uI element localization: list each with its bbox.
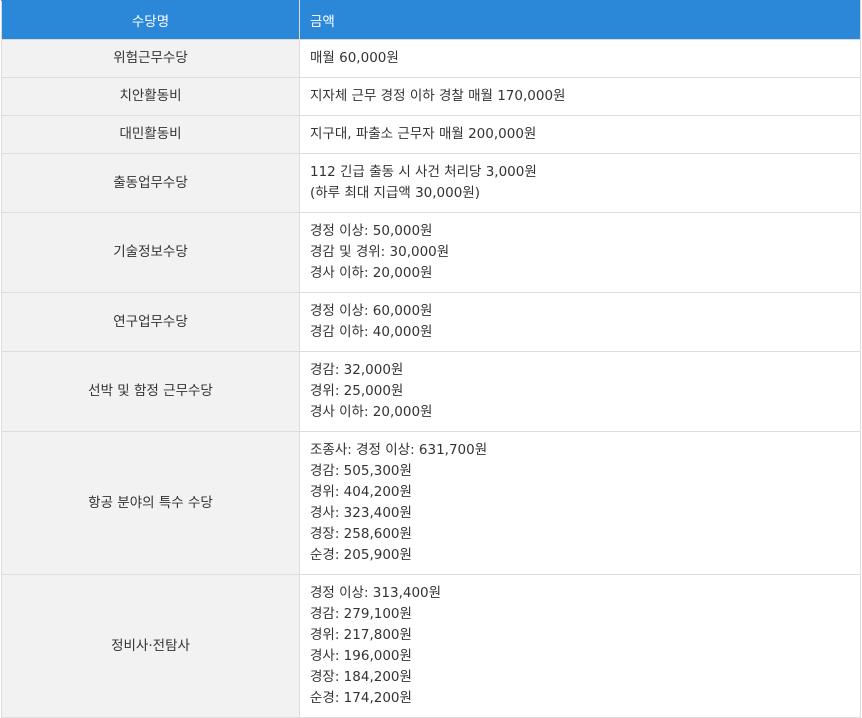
header-amount: 금액: [299, 0, 861, 40]
amount-line: 경감: 32,000원: [310, 362, 404, 378]
amount-line: 조종사: 경정 이상: 631,700원: [310, 442, 488, 458]
amount-line: 경장: 258,600원: [310, 526, 412, 542]
table-row: 출동업무수당 112 긴급 출동 시 사건 처리당 3,000원 (하루 최대 …: [1, 153, 861, 213]
amount-line: 경정 이상: 60,000원: [310, 303, 433, 319]
amount-line: 지자체 근무 경정 이하 경찰 매월 170,000원: [310, 88, 566, 104]
amount-line: 경감: 505,300원: [310, 463, 412, 479]
allowance-name: 대민활동비: [1, 115, 300, 154]
allowance-name: 치안활동비: [1, 77, 300, 116]
allowance-name: 위험근무수당: [1, 39, 300, 78]
allowance-name: 출동업무수당: [1, 153, 300, 213]
allowance-name: 선박 및 함정 근무수당: [1, 351, 300, 432]
allowance-name: 기술정보수당: [1, 212, 300, 293]
table-row: 정비사·전탐사 경정 이상: 313,400원 경감: 279,100원 경위:…: [1, 574, 861, 718]
amount-line: 경위: 217,800원: [310, 627, 412, 643]
allowance-amount: 경정 이상: 60,000원 경감 이하: 40,000원: [299, 292, 861, 352]
allowance-amount: 지구대, 파출소 근무자 매월 200,000원: [299, 115, 861, 154]
allowance-name: 연구업무수당: [1, 292, 300, 352]
amount-line: 지구대, 파출소 근무자 매월 200,000원: [310, 126, 537, 142]
amount-line: 경사: 196,000원: [310, 648, 412, 664]
table-row: 연구업무수당 경정 이상: 60,000원 경감 이하: 40,000원: [1, 292, 861, 352]
amount-line: 112 긴급 출동 시 사건 처리당 3,000원: [310, 164, 537, 180]
table-row: 항공 분야의 특수 수당 조종사: 경정 이상: 631,700원 경감: 50…: [1, 431, 861, 575]
table-body: 위험근무수당 매월 60,000원 치안활동비 지자체 근무 경정 이하 경찰 …: [1, 39, 861, 718]
allowance-amount: 경감: 32,000원 경위: 25,000원 경사 이하: 20,000원: [299, 351, 861, 432]
table-row: 기술정보수당 경정 이상: 50,000원 경감 및 경위: 30,000원 경…: [1, 212, 861, 293]
amount-line: 순경: 205,900원: [310, 547, 412, 563]
table-row: 치안활동비 지자체 근무 경정 이하 경찰 매월 170,000원: [1, 77, 861, 116]
amount-line: 경사 이하: 20,000원: [310, 265, 433, 281]
amount-line: 경위: 404,200원: [310, 484, 412, 500]
amount-line: 경사: 323,400원: [310, 505, 412, 521]
allowance-table: 수당명 금액 위험근무수당 매월 60,000원 치안활동비 지자체 근무 경정…: [1, 0, 861, 718]
table-row: 대민활동비 지구대, 파출소 근무자 매월 200,000원: [1, 115, 861, 154]
amount-line: 경장: 184,200원: [310, 669, 412, 685]
allowance-amount: 112 긴급 출동 시 사건 처리당 3,000원 (하루 최대 지급액 30,…: [299, 153, 861, 213]
header-allowance-name: 수당명: [1, 0, 300, 40]
allowance-amount: 매월 60,000원: [299, 39, 861, 78]
table-row: 위험근무수당 매월 60,000원: [1, 39, 861, 78]
amount-line: 경감 및 경위: 30,000원: [310, 244, 450, 260]
allowance-amount: 경정 이상: 313,400원 경감: 279,100원 경위: 217,800…: [299, 574, 861, 718]
allowance-amount: 조종사: 경정 이상: 631,700원 경감: 505,300원 경위: 40…: [299, 431, 861, 575]
amount-line: 경정 이상: 50,000원: [310, 223, 433, 239]
amount-line: 경위: 25,000원: [310, 383, 404, 399]
amount-line: (하루 최대 지급액 30,000원): [310, 185, 481, 201]
amount-line: 매월 60,000원: [310, 50, 399, 66]
allowance-name: 정비사·전탐사: [1, 574, 300, 718]
amount-line: 순경: 174,200원: [310, 690, 412, 706]
amount-line: 경정 이상: 313,400원: [310, 585, 442, 601]
allowance-name: 항공 분야의 특수 수당: [1, 431, 300, 575]
header-row: 수당명 금액: [1, 0, 861, 40]
amount-line: 경사 이하: 20,000원: [310, 404, 433, 420]
allowance-amount: 경정 이상: 50,000원 경감 및 경위: 30,000원 경사 이하: 2…: [299, 212, 861, 293]
amount-line: 경감: 279,100원: [310, 606, 412, 622]
table-row: 선박 및 함정 근무수당 경감: 32,000원 경위: 25,000원 경사 …: [1, 351, 861, 432]
amount-line: 경감 이하: 40,000원: [310, 324, 433, 340]
allowance-amount: 지자체 근무 경정 이하 경찰 매월 170,000원: [299, 77, 861, 116]
